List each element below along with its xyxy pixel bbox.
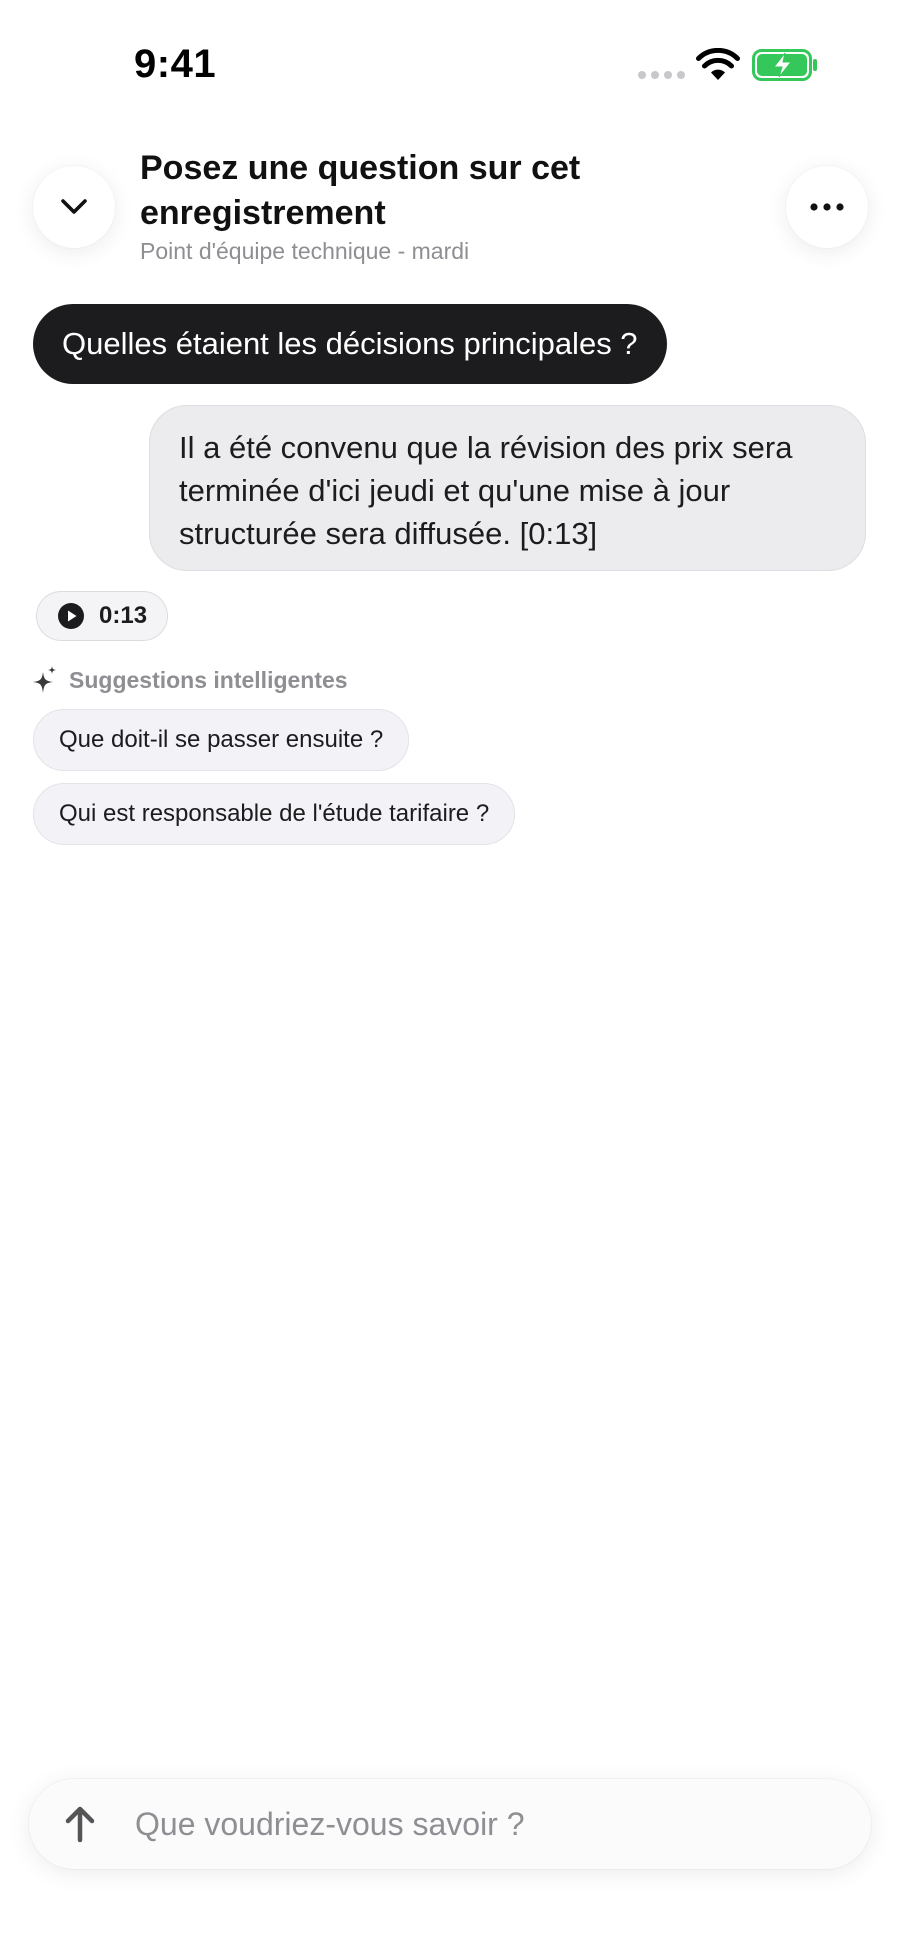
collapse-button[interactable]: [33, 166, 115, 248]
status-bar: 9:41: [0, 0, 900, 120]
suggestion-chip[interactable]: Que doit-il se passer ensuite ?: [33, 709, 410, 771]
battery-charging-icon: [752, 49, 817, 81]
chevron-down-icon: [61, 199, 87, 214]
play-icon: [58, 603, 84, 629]
ellipsis-icon: [810, 203, 844, 211]
page-title: Posez une question sur cet enregistremen…: [140, 149, 581, 232]
timestamp-play-button[interactable]: 0:13: [36, 591, 169, 641]
suggestions-header: Suggestions intelligentes: [33, 666, 348, 694]
arrow-up-icon: [65, 1806, 95, 1843]
question-input-bar: [29, 1779, 871, 1869]
assistant-answer-bubble: Il a été convenu que la révision des pri…: [149, 405, 866, 571]
wifi-icon: [696, 48, 740, 80]
sparkle-icon: [33, 666, 56, 693]
suggestion-chip[interactable]: Qui est responsable de l'étude tarifaire…: [33, 783, 516, 845]
header: Posez une question sur cet enregistremen…: [0, 140, 900, 280]
user-question-bubble: Quelles étaient les décisions principale…: [33, 304, 667, 384]
question-input[interactable]: [135, 1779, 835, 1869]
more-options-button[interactable]: [786, 166, 868, 248]
timestamp-label: 0:13: [99, 602, 148, 629]
recording-subtitle: Point d'équipe technique - mardi: [140, 238, 470, 264]
suggestions-label: Suggestions intelligentes: [69, 666, 348, 693]
cellular-signal-icon: [638, 71, 685, 79]
send-button[interactable]: [50, 1794, 110, 1854]
status-time: 9:41: [134, 42, 217, 86]
